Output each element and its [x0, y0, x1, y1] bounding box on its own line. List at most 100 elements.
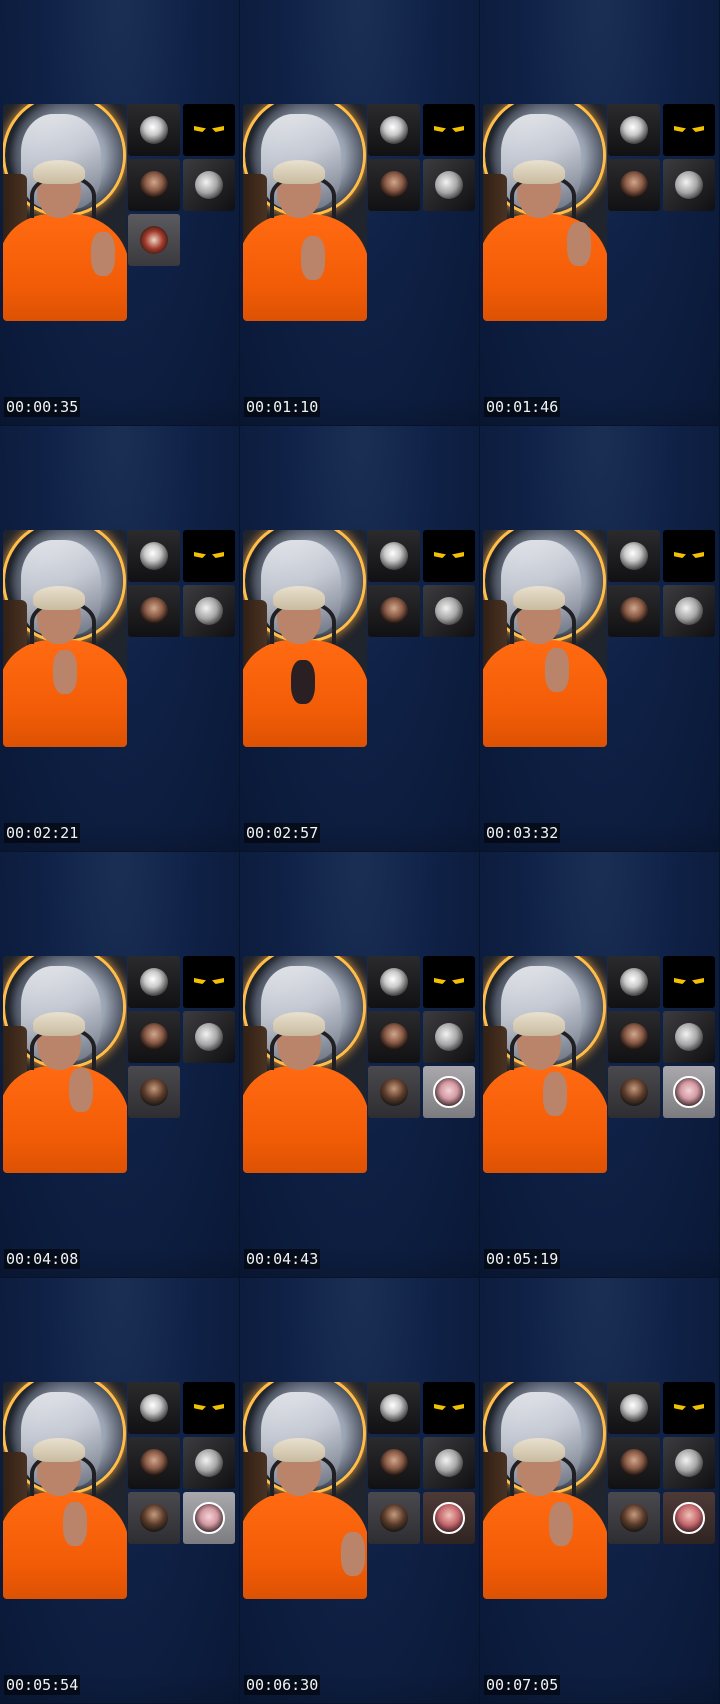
- video-frame: 00:00:35: [0, 0, 240, 426]
- woman-avatar-icon: [620, 1023, 648, 1051]
- participant-tile-eyes[interactable]: [183, 104, 235, 156]
- timestamp: 00:00:35: [4, 397, 81, 417]
- participant-tile-eyes[interactable]: [663, 1382, 715, 1434]
- cap: [273, 1012, 325, 1036]
- skull-avatar-icon: [620, 116, 648, 144]
- participant-tile-skull[interactable]: [608, 1382, 660, 1434]
- participant-tile-woman[interactable]: [608, 585, 660, 637]
- participant-tile-moon[interactable]: [423, 159, 475, 211]
- participant-tile-moon[interactable]: [663, 1011, 715, 1063]
- participant-tile-skull[interactable]: [368, 104, 420, 156]
- timestamp: 00:04:08: [4, 1249, 81, 1269]
- pink-avatar-icon: [433, 1502, 465, 1534]
- host-hand: [567, 222, 591, 266]
- woman-avatar-icon: [140, 171, 168, 199]
- participant-tile-moon[interactable]: [663, 1437, 715, 1489]
- participant-tile-skull[interactable]: [608, 956, 660, 1008]
- timestamp: 00:02:57: [244, 823, 321, 843]
- participant-tile-pink2[interactable]: [663, 1492, 715, 1544]
- timestamp: 00:01:10: [244, 397, 321, 417]
- participant-tile-woman[interactable]: [128, 159, 180, 211]
- moon-avatar-icon: [675, 171, 703, 199]
- participant-tile-woman[interactable]: [368, 1011, 420, 1063]
- participant-tile-eyes[interactable]: [423, 956, 475, 1008]
- participant-tile-man[interactable]: [128, 1066, 180, 1118]
- yellow-eyes-icon: [672, 1401, 706, 1415]
- participant-tile-woman[interactable]: [368, 159, 420, 211]
- yellow-eyes-icon: [192, 975, 226, 989]
- participant-tile-moon[interactable]: [183, 585, 235, 637]
- host-video-tile[interactable]: [3, 530, 127, 747]
- participant-tile-group[interactable]: [128, 214, 180, 266]
- participant-tile-eyes[interactable]: [663, 104, 715, 156]
- participant-tile-eyes[interactable]: [183, 530, 235, 582]
- participant-tile-moon[interactable]: [183, 1011, 235, 1063]
- host-video-tile[interactable]: [483, 956, 607, 1173]
- participant-tile-woman[interactable]: [608, 159, 660, 211]
- participant-tile-moon[interactable]: [183, 159, 235, 211]
- man-avatar-icon: [620, 1504, 648, 1532]
- participant-tile-woman[interactable]: [608, 1437, 660, 1489]
- participant-tile-woman[interactable]: [128, 1437, 180, 1489]
- participant-tile-pink[interactable]: [663, 1066, 715, 1118]
- host-video-tile[interactable]: [483, 1382, 607, 1599]
- host-video-tile[interactable]: [3, 1382, 127, 1599]
- participant-tile-eyes[interactable]: [183, 1382, 235, 1434]
- participant-tile-woman[interactable]: [368, 585, 420, 637]
- participant-tile-woman[interactable]: [368, 1437, 420, 1489]
- participant-tile-man[interactable]: [368, 1066, 420, 1118]
- participant-tile-skull[interactable]: [128, 530, 180, 582]
- video-frame: 00:04:08: [0, 852, 240, 1278]
- timestamp: 00:07:05: [484, 1675, 561, 1695]
- yellow-eyes-icon: [192, 123, 226, 137]
- participant-tile-skull[interactable]: [128, 956, 180, 1008]
- host-video-tile[interactable]: [483, 104, 607, 321]
- participant-tile-skull[interactable]: [128, 1382, 180, 1434]
- participant-tile-eyes[interactable]: [423, 530, 475, 582]
- participant-tile-eyes[interactable]: [663, 956, 715, 1008]
- man-avatar-icon: [380, 1504, 408, 1532]
- host-video-tile[interactable]: [243, 104, 367, 321]
- host-video-tile[interactable]: [3, 956, 127, 1173]
- host-video-tile[interactable]: [243, 956, 367, 1173]
- video-frame: 00:05:54: [0, 1278, 240, 1704]
- host-video-tile[interactable]: [3, 104, 127, 321]
- participant-tile-eyes[interactable]: [423, 104, 475, 156]
- participant-tile-woman[interactable]: [128, 1011, 180, 1063]
- participant-tile-pink2[interactable]: [423, 1492, 475, 1544]
- participant-tile-moon[interactable]: [423, 585, 475, 637]
- participant-tile-man[interactable]: [608, 1066, 660, 1118]
- participant-tile-moon[interactable]: [663, 159, 715, 211]
- participant-tile-pink[interactable]: [183, 1492, 235, 1544]
- host-video-tile[interactable]: [243, 530, 367, 747]
- participant-tile-man[interactable]: [368, 1492, 420, 1544]
- participant-tile-eyes[interactable]: [423, 1382, 475, 1434]
- host-hand: [301, 236, 325, 280]
- participant-tile-moon[interactable]: [423, 1437, 475, 1489]
- orange-shirt: [3, 1066, 127, 1173]
- cap: [273, 1438, 325, 1462]
- participant-tile-man[interactable]: [608, 1492, 660, 1544]
- participant-tile-eyes[interactable]: [663, 530, 715, 582]
- timestamp: 00:05:19: [484, 1249, 561, 1269]
- participant-tile-skull[interactable]: [368, 1382, 420, 1434]
- moon-avatar-icon: [435, 1023, 463, 1051]
- participant-tile-skull[interactable]: [368, 956, 420, 1008]
- host-video-tile[interactable]: [243, 1382, 367, 1599]
- participant-tile-moon[interactable]: [663, 585, 715, 637]
- yellow-eyes-icon: [672, 123, 706, 137]
- participant-tile-moon[interactable]: [423, 1011, 475, 1063]
- participant-tile-skull[interactable]: [368, 530, 420, 582]
- woman-avatar-icon: [620, 171, 648, 199]
- participant-tile-eyes[interactable]: [183, 956, 235, 1008]
- participant-tile-woman[interactable]: [608, 1011, 660, 1063]
- timestamp: 00:06:30: [244, 1675, 321, 1695]
- participant-tile-skull[interactable]: [128, 104, 180, 156]
- host-video-tile[interactable]: [483, 530, 607, 747]
- participant-tile-moon[interactable]: [183, 1437, 235, 1489]
- participant-tile-skull[interactable]: [608, 530, 660, 582]
- participant-tile-man[interactable]: [128, 1492, 180, 1544]
- participant-tile-woman[interactable]: [128, 585, 180, 637]
- participant-tile-pink[interactable]: [423, 1066, 475, 1118]
- participant-tile-skull[interactable]: [608, 104, 660, 156]
